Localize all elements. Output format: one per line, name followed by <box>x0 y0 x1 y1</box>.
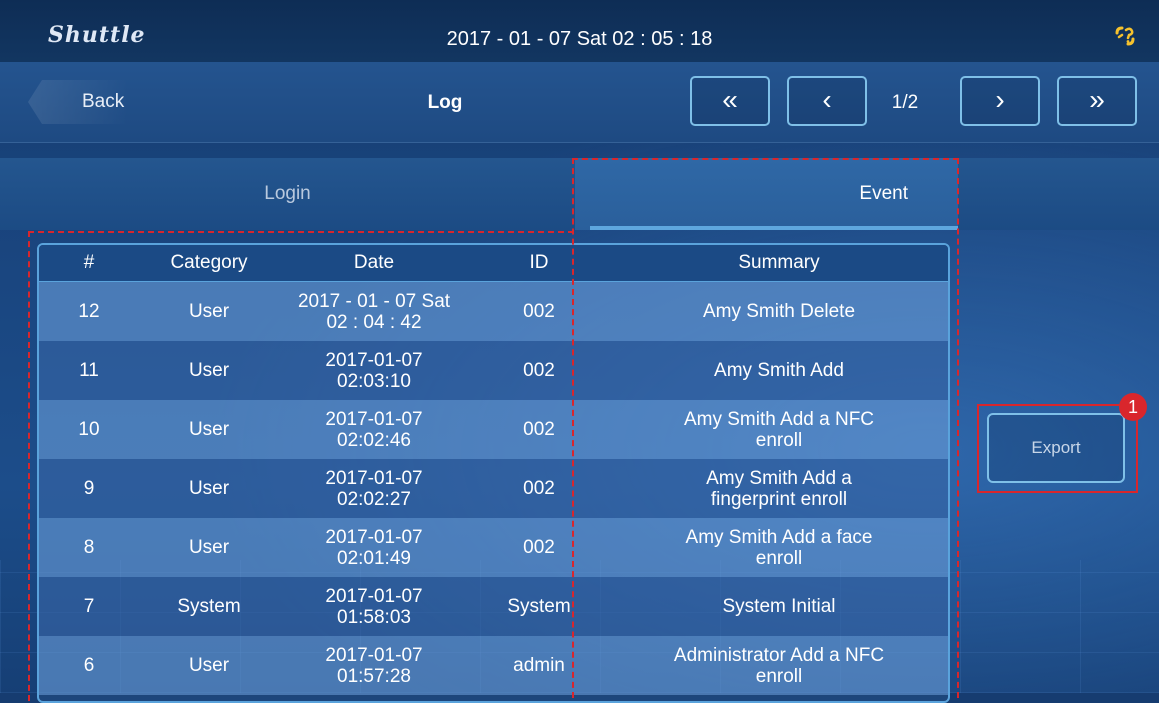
cell-date: 2017-01-07 01:58:03 <box>279 577 469 636</box>
page-title: Log <box>427 92 463 113</box>
date-line: 2017-01-07 <box>325 408 423 430</box>
summary-line: Amy Smith Add a <box>706 467 852 489</box>
table-row[interactable]: 6 User 2017-01-07 01:57:28 admin Administ… <box>39 636 948 695</box>
time-line: 02:03:10 <box>337 370 411 392</box>
table-highlight-top <box>28 231 574 233</box>
time-line: 01:58:03 <box>337 606 411 628</box>
tab-login[interactable]: Login <box>0 158 575 230</box>
cell-id: 002 <box>469 459 609 518</box>
tab-bar-filler <box>958 158 1159 230</box>
link-broken-icon[interactable] <box>1113 24 1137 54</box>
summary-line: enroll <box>755 429 803 451</box>
page-indicator: 1/2 <box>891 92 919 113</box>
first-page-button[interactable]: « <box>690 76 770 126</box>
table-highlight-left <box>28 231 30 701</box>
cell-summary: Amy Smith Add <box>609 341 948 400</box>
cell-id: 002 <box>469 281 609 341</box>
cell-number: 6 <box>39 636 139 695</box>
cell-number: 12 <box>39 281 139 341</box>
table-row[interactable]: 8 User 2017-01-07 02:01:49 002 Amy Smith … <box>39 518 948 577</box>
cell-id: admin <box>469 636 609 695</box>
date-line: 2017-01-07 <box>325 467 423 489</box>
cell-category: User <box>139 341 279 400</box>
summary-line: Amy Smith Delete <box>702 301 856 322</box>
cell-summary: Amy Smith Add a face enroll <box>609 518 948 577</box>
cell-summary: Amy Smith Add a fingerprint enroll <box>609 459 948 518</box>
cell-summary: Amy Smith Delete <box>609 281 948 341</box>
summary-line: fingerprint enroll <box>710 488 848 510</box>
column-header-number: # <box>39 245 139 282</box>
time-line: 02 : 04 : 42 <box>326 311 422 333</box>
time-line: 01:57:28 <box>337 665 411 687</box>
column-header-category: Category <box>139 245 279 282</box>
date-line: 2017-01-07 <box>325 644 423 666</box>
cell-category: User <box>139 636 279 695</box>
date-line: 2017-01-07 <box>325 526 423 548</box>
back-button[interactable]: Back <box>28 80 128 124</box>
cell-category: System <box>139 577 279 636</box>
summary-line: enroll <box>755 547 803 569</box>
column-header-id: ID <box>469 245 609 282</box>
cell-date: 2017-01-07 02:02:46 <box>279 400 469 459</box>
cell-date: 2017-01-07 02:02:27 <box>279 459 469 518</box>
date-line: 2017-01-07 <box>325 349 423 371</box>
cell-id: 002 <box>469 341 609 400</box>
cell-number: 10 <box>39 400 139 459</box>
cell-summary: Administrator Add a NFC enroll <box>609 636 948 695</box>
cell-number: 7 <box>39 577 139 636</box>
table-row[interactable]: 9 User 2017-01-07 02:02:27 002 Amy Smith … <box>39 459 948 518</box>
event-log-table[interactable]: # Category Date ID Summary 12 User 2017 … <box>37 243 950 703</box>
time-line: 02:01:49 <box>337 547 411 569</box>
export-button[interactable]: Export <box>987 413 1125 483</box>
cell-date: 2017-01-07 02:03:10 <box>279 341 469 400</box>
summary-line: Amy Smith Add <box>714 360 844 381</box>
cell-category: User <box>139 281 279 341</box>
cell-date: 2017-01-07 01:57:28 <box>279 636 469 695</box>
last-page-button[interactable]: » <box>1057 76 1137 126</box>
cell-number: 11 <box>39 341 139 400</box>
table-row[interactable]: 12 User 2017 - 01 - 07 Sat 02 : 04 : 42 0… <box>39 281 948 341</box>
time-line: 02:02:46 <box>337 429 411 451</box>
cell-number: 8 <box>39 518 139 577</box>
summary-line: System Initial <box>722 596 836 617</box>
summary-line: Amy Smith Add a NFC <box>683 408 875 430</box>
cell-id: 002 <box>469 400 609 459</box>
date-line: 2017 - 01 - 07 Sat <box>297 290 451 312</box>
cell-category: User <box>139 518 279 577</box>
cell-category: User <box>139 400 279 459</box>
table-row[interactable]: 11 User 2017-01-07 02:03:10 002 Amy Smith… <box>39 341 948 400</box>
cell-number: 9 <box>39 459 139 518</box>
time-line: 02:02:27 <box>337 488 411 510</box>
table-row[interactable]: 7 System 2017-01-07 01:58:03 System Syste… <box>39 577 948 636</box>
top-bar: Shuttle 2017 - 01 - 07 Sat 02 : 05 : 18 <box>0 0 1159 62</box>
cell-summary: Amy Smith Add a NFC enroll <box>609 400 948 459</box>
cell-id: System <box>469 577 609 636</box>
column-header-date: Date <box>279 245 469 282</box>
tab-event-indicator <box>590 226 958 230</box>
cell-date: 2017 - 01 - 07 Sat 02 : 04 : 42 <box>279 281 469 341</box>
step-badge: 1 <box>1119 393 1147 421</box>
table-header-row: # Category Date ID Summary <box>39 245 948 282</box>
summary-line: enroll <box>755 665 803 687</box>
table-row[interactable]: 10 User 2017-01-07 02:02:46 002 Amy Smith… <box>39 400 948 459</box>
datetime-display: 2017 - 01 - 07 Sat 02 : 05 : 18 <box>446 28 713 50</box>
column-header-summary: Summary <box>609 245 948 282</box>
next-page-button[interactable]: › <box>960 76 1040 126</box>
cell-category: User <box>139 459 279 518</box>
cell-id: 002 <box>469 518 609 577</box>
tab-event[interactable]: Event <box>575 158 958 230</box>
cell-date: 2017-01-07 02:01:49 <box>279 518 469 577</box>
summary-line: Administrator Add a NFC <box>673 644 885 666</box>
cell-summary: System Initial <box>609 577 948 636</box>
date-line: 2017-01-07 <box>325 585 423 607</box>
summary-line: Amy Smith Add a face <box>685 526 873 548</box>
